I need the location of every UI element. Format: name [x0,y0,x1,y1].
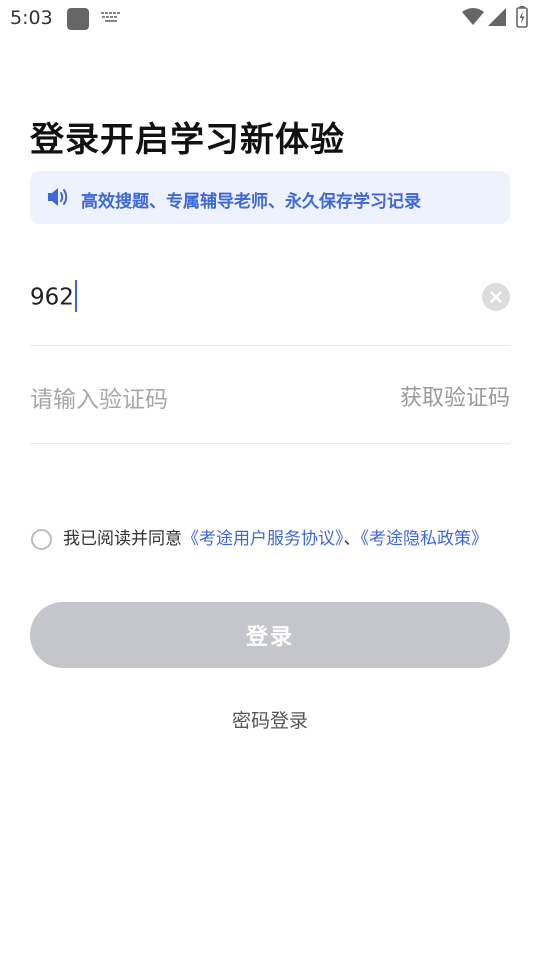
verification-code-input[interactable]: 请输入验证码 [30,380,168,414]
agreement-text: 我已阅读并同意《考途用户服务协议》、《考途隐私政策》 [63,526,503,553]
cellular-signal-icon [488,8,506,26]
speaker-icon [48,188,68,206]
agreement-checkbox[interactable] [31,529,52,550]
phone-input[interactable]: 962 [30,280,77,314]
status-bar: 5:03 [0,0,540,36]
terms-of-service-link[interactable]: 《考途用户服务协议》 [182,529,344,549]
notice-text: 高效搜题、专属辅导老师、永久保存学习记录 [81,192,421,212]
clear-input-button[interactable] [482,283,510,311]
wifi-icon [462,8,484,25]
privacy-policy-link[interactable]: 《考途隐私政策》 [361,529,489,549]
notice-bar: 高效搜题、专属辅导老师、永久保存学习记录 [30,171,510,224]
text-cursor [74,280,77,312]
get-code-button[interactable]: 获取验证码 [400,380,510,412]
app-notification-icon [67,8,89,30]
battery-charging-icon [516,6,528,28]
phone-input-value: 962 [30,284,74,311]
agreement-prefix: 我已阅读并同意 [63,529,182,549]
agreement-separator: 、 [343,529,361,549]
keyboard-icon [101,12,120,22]
code-field-row: 请输入验证码 获取验证码 [30,347,510,444]
login-button[interactable]: 登录 [30,602,510,668]
page-title: 登录开启学习新体验 [30,120,345,160]
password-login-link[interactable]: 密码登录 [0,706,540,733]
phone-field-row: 962 [30,262,510,346]
close-icon [490,291,502,303]
status-time: 5:03 [10,7,53,29]
